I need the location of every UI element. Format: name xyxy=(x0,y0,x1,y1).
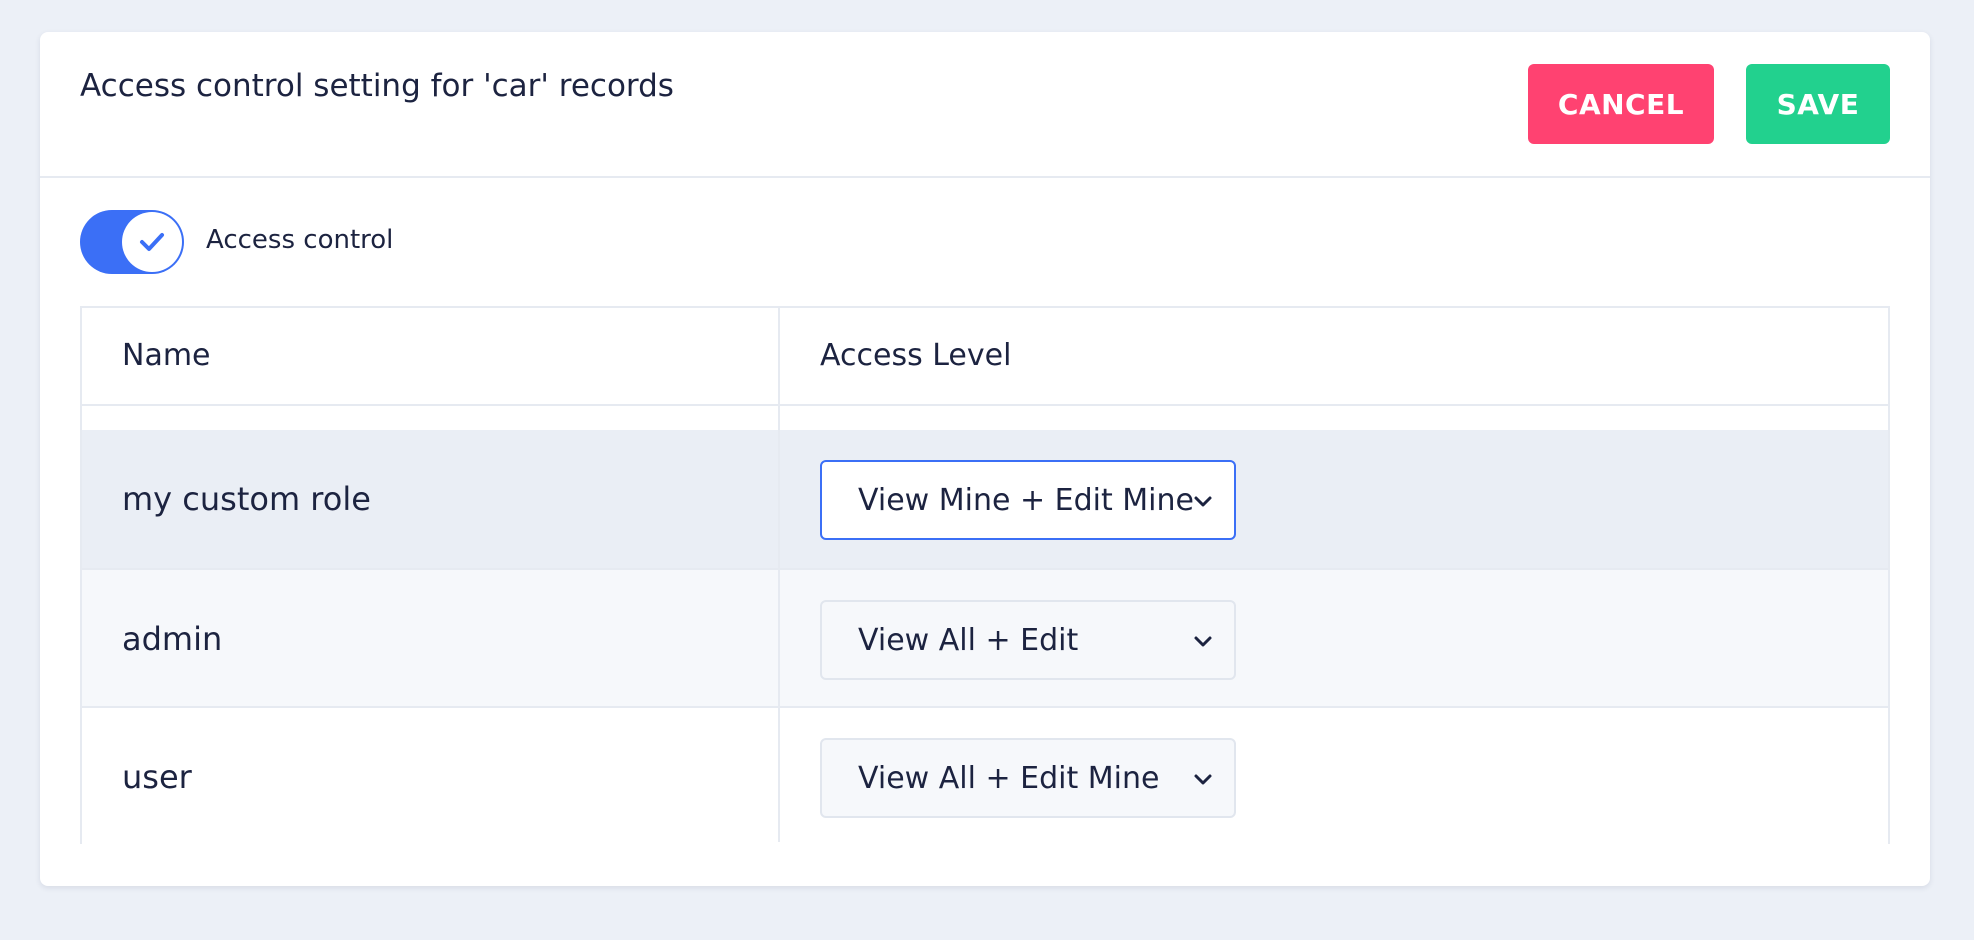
access-control-toggle[interactable] xyxy=(80,210,184,274)
save-button[interactable]: SAVE xyxy=(1746,64,1890,144)
column-header-name: Name xyxy=(122,338,211,373)
chevron-down-icon xyxy=(1194,636,1212,647)
table-header: Name Access Level xyxy=(82,308,1888,406)
column-header-access-level: Access Level xyxy=(820,338,1012,373)
access-level-select[interactable]: View Mine + Edit Mine xyxy=(820,460,1236,540)
access-level-value: View Mine + Edit Mine xyxy=(858,482,1194,518)
column-divider xyxy=(778,308,780,842)
access-level-value: View All + Edit Mine xyxy=(858,760,1160,796)
check-icon xyxy=(140,233,164,251)
card-header: Access control setting for 'car' records… xyxy=(40,32,1930,178)
page-title: Access control setting for 'car' records xyxy=(80,68,674,104)
access-control-label: Access control xyxy=(206,225,394,255)
access-level-value: View All + Edit xyxy=(858,622,1079,658)
role-name: admin xyxy=(122,620,223,658)
access-level-select[interactable]: View All + Edit xyxy=(820,600,1236,680)
access-table: Name Access Level my custom role View Mi… xyxy=(80,306,1890,844)
spacer-row xyxy=(82,406,1888,430)
table-row: admin View All + Edit xyxy=(82,568,1888,706)
chevron-down-icon xyxy=(1194,774,1212,785)
table-row: my custom role View Mine + Edit Mine xyxy=(82,430,1888,568)
access-level-select[interactable]: View All + Edit Mine xyxy=(820,738,1236,818)
toggle-knob xyxy=(122,212,182,272)
table-row: user View All + Edit Mine xyxy=(82,706,1888,844)
cancel-button[interactable]: CANCEL xyxy=(1528,64,1714,144)
role-name: user xyxy=(122,758,192,796)
chevron-down-icon xyxy=(1194,496,1212,507)
role-name: my custom role xyxy=(122,480,371,518)
access-control-card: Access control setting for 'car' records… xyxy=(40,32,1930,886)
